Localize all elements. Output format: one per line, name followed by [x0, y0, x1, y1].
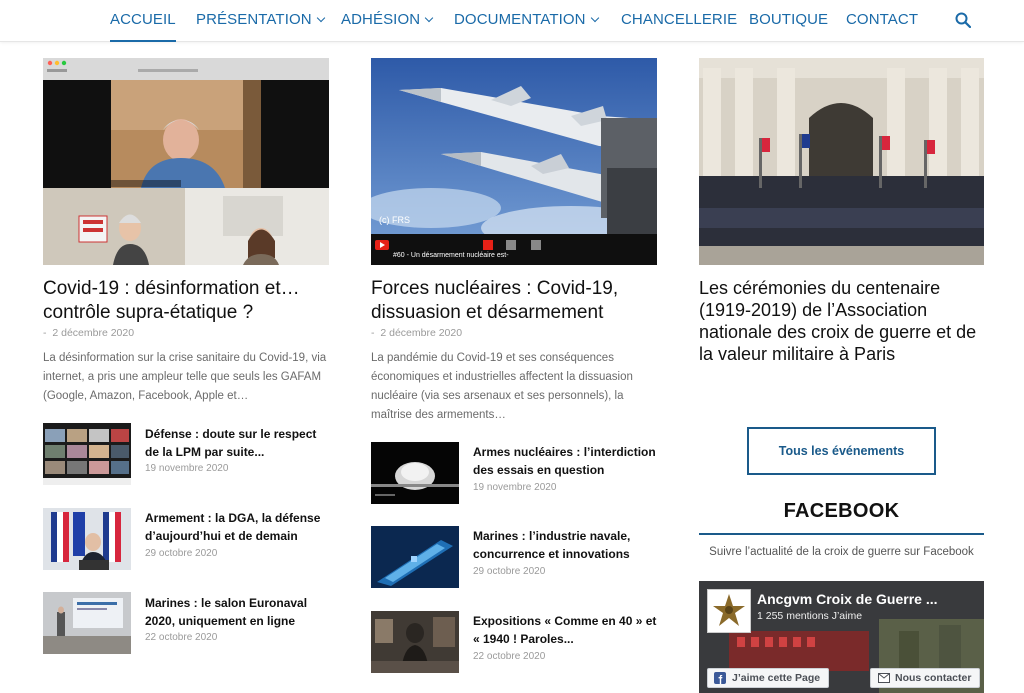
envelope-icon: [878, 673, 890, 683]
main-navigation: ACCUEIL PRÉSENTATION ADHÉSION DOCUMENTAT…: [0, 0, 1024, 42]
post-date-essais: 19 novembre 2020: [473, 482, 557, 493]
facebook-f-icon: [714, 672, 726, 684]
facebook-contact-button[interactable]: Nous contacter: [870, 668, 981, 688]
featured-title-nucleaire[interactable]: Forces nucléaires : Covid-19, dissuasion…: [371, 277, 661, 325]
thumb-industrie-navale[interactable]: [371, 526, 459, 588]
post-date-expositions: 22 octobre 2020: [473, 651, 546, 662]
facebook-page-name[interactable]: Ancgvm Croix de Guerre ...: [757, 591, 938, 607]
exhibition-thumbnail: [371, 611, 459, 673]
nav-documentation-label: DOCUMENTATION: [454, 11, 586, 28]
post-title-essais[interactable]: Armes nucléaires : l’interdiction des es…: [473, 443, 658, 479]
post-date-armement-dga: 29 octobre 2020: [145, 548, 218, 559]
facebook-contact-label: Nous contacter: [895, 672, 972, 684]
thumb-expositions[interactable]: [371, 611, 459, 673]
all-events-button[interactable]: Tous les événements: [747, 427, 936, 475]
chevron-down-icon: [316, 13, 325, 23]
thumb-armement-dga[interactable]: [43, 508, 131, 570]
search-icon[interactable]: [955, 12, 971, 28]
post-date-euronaval: 22 octobre 2020: [145, 632, 218, 643]
featured-excerpt-nucleaire: La pandémie du Covid-19 et ses conséquen…: [371, 352, 633, 421]
featured-image-missiles[interactable]: (c) FRS #60 - Un désarmement nucléaire e…: [371, 58, 657, 265]
post-title-defense-lpm[interactable]: Défense : doute sur le respect de la LPM…: [145, 425, 330, 461]
date-dash: -: [43, 327, 53, 339]
submarine-thumbnail: [371, 526, 459, 588]
featured-image-covid-webinar[interactable]: [43, 58, 329, 265]
video-title: #60 - Un désarmement nucléaire est-: [393, 252, 509, 259]
post-title-armement-dga[interactable]: Armement : la DGA, la défense d’aujourd’…: [145, 509, 330, 545]
featured-title-covid[interactable]: Covid-19 : désinformation et… contrôle s…: [43, 277, 333, 325]
nav-adhesion-label: ADHÉSION: [341, 11, 421, 28]
conference-screen-thumbnail: [43, 592, 131, 654]
post-date-defense-lpm: 19 novembre 2020: [145, 463, 229, 474]
nav-documentation[interactable]: DOCUMENTATION: [454, 0, 599, 42]
facebook-page-avatar[interactable]: [707, 589, 751, 633]
date-dash: -: [371, 327, 381, 339]
thumb-euronaval[interactable]: [43, 592, 131, 654]
featured-date-covid: - 2 décembre 2020: [43, 327, 134, 339]
chevron-down-icon: [424, 13, 434, 23]
nav-adhesion[interactable]: ADHÉSION: [341, 0, 434, 42]
chevron-down-icon: [590, 13, 599, 23]
post-title-expositions[interactable]: Expositions « Comme en 40 » et « 1940 ! …: [473, 612, 658, 648]
facebook-subtitle: Suivre l’actualité de la croix de guerre…: [709, 546, 974, 558]
nav-accueil[interactable]: ACCUEIL: [110, 0, 176, 42]
post-title-navale[interactable]: Marines : l’industrie navale, concurrenc…: [473, 527, 658, 563]
nav-contact[interactable]: CONTACT: [846, 0, 918, 42]
post-date-navale: 29 octobre 2020: [473, 566, 546, 577]
facebook-like-label: J’aime cette Page: [732, 672, 821, 684]
nav-boutique[interactable]: BOUTIQUE: [749, 0, 828, 42]
facebook-page-widget[interactable]: Ancgvm Croix de Guerre ... 1 255 mention…: [699, 581, 984, 693]
facebook-heading: FACEBOOK: [783, 500, 900, 522]
featured-date-nucleaire: - 2 décembre 2020: [371, 327, 462, 339]
featured-image-ceremony[interactable]: [699, 58, 984, 265]
video-call-illustration: [43, 58, 329, 265]
date-text: 2 décembre 2020: [52, 327, 135, 339]
missiles-illustration: [371, 58, 657, 265]
facebook-divider: [699, 533, 984, 535]
video-grid-thumbnail: [43, 423, 131, 485]
thumb-defense-lpm[interactable]: [43, 423, 131, 485]
nav-presentation[interactable]: PRÉSENTATION: [196, 0, 325, 42]
nuclear-test-thumbnail: [371, 442, 459, 504]
date-text: 2 décembre 2020: [380, 327, 463, 339]
facebook-like-button[interactable]: J’aime cette Page: [707, 668, 830, 688]
croix-de-guerre-icon: [708, 590, 750, 632]
nav-chancellerie[interactable]: CHANCELLERIE: [621, 0, 737, 42]
facebook-likes-count: 1 255 mentions J’aime: [757, 610, 863, 622]
flags-speaker-thumbnail: [43, 508, 131, 570]
thumb-essais-nucleaires[interactable]: [371, 442, 459, 504]
nav-presentation-label: PRÉSENTATION: [196, 11, 312, 28]
featured-title-centenaire[interactable]: Les cérémonies du centenaire (1919-2019)…: [699, 277, 989, 365]
post-title-euronaval[interactable]: Marines : le salon Euronaval 2020, uniqu…: [145, 594, 330, 630]
image-credit: (c) FRS: [379, 215, 410, 225]
featured-excerpt-covid: La désinformation sur la crise sanitaire…: [43, 352, 327, 402]
ceremony-group-photo: [699, 58, 984, 265]
